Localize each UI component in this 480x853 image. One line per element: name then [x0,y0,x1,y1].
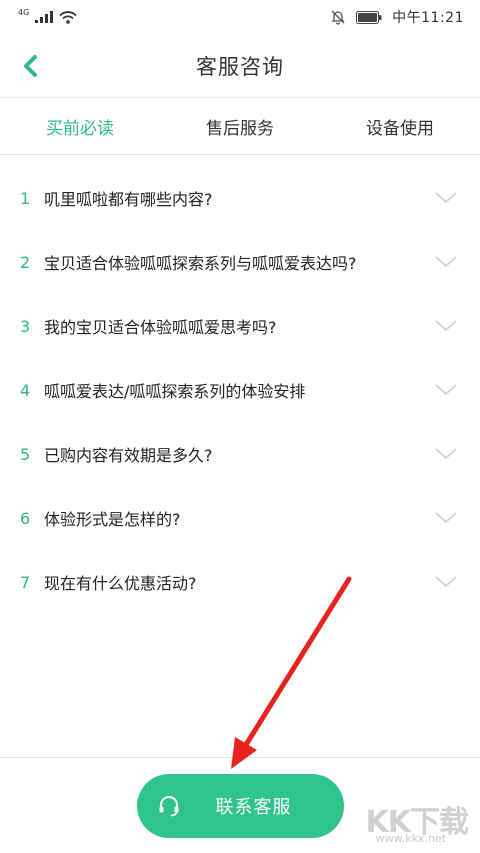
faq-number: 1 [20,188,31,208]
faq-question: 呱呱爱表达/呱呱探索系列的体验安排 [44,382,306,401]
bell-off-icon [330,9,346,25]
faq-number: 4 [20,380,31,400]
back-button[interactable] [14,50,46,82]
faq-item-3[interactable]: 3 我的宝贝适合体验呱呱爱思考吗? [0,294,480,358]
faq-item-5[interactable]: 5 已购内容有效期是多久? [0,422,480,486]
faq-item-2[interactable]: 2 宝贝适合体验呱呱探索系列与呱呱爱表达吗? [0,230,480,294]
chevron-down-icon[interactable] [434,318,458,334]
chevron-down-icon[interactable] [434,190,458,206]
faq-number: 6 [20,508,31,528]
wifi-icon [59,10,77,24]
page-title: 客服咨询 [196,54,284,79]
bottom-divider [0,757,480,758]
faq-question: 宝贝适合体验呱呱探索系列与呱呱爱表达吗? [44,254,357,273]
faq-item-6[interactable]: 6 体验形式是怎样的? [0,486,480,550]
headset-icon [159,796,179,817]
faq-number: 2 [20,252,31,272]
faq-item-7[interactable]: 7 现在有什么优惠活动? [0,550,480,614]
chevron-down-icon[interactable] [434,510,458,526]
faq-list: 1 叽里呱啦都有哪些内容? 2 宝贝适合体验呱呱探索系列与呱呱爱表达吗? 3 我… [0,166,480,614]
status-right: 中午11:21 [330,7,464,27]
status-bar: 4G 中午11:21 [0,0,480,34]
chevron-down-icon[interactable] [434,574,458,590]
tab-device-usage[interactable]: 设备使用 [320,98,480,154]
chevron-down-icon[interactable] [434,446,458,462]
signal-icon [35,11,54,23]
faq-number: 5 [20,444,31,464]
tab-after-sales[interactable]: 售后服务 [160,98,320,154]
contact-support-label: 联系客服 [215,797,292,818]
chevron-left-icon [24,55,37,77]
faq-item-4[interactable]: 4 呱呱爱表达/呱呱探索系列的体验安排 [0,358,480,422]
faq-item-1[interactable]: 1 叽里呱啦都有哪些内容? [0,166,480,230]
faq-number: 7 [20,572,31,592]
app-header: 客服咨询 [0,34,480,98]
clock: 中午11:21 [392,10,464,26]
tab-pre-purchase[interactable]: 买前必读 [0,98,160,154]
watermark: KK下载 www.kkx.net [348,797,469,845]
faq-question: 体验形式是怎样的? [44,510,181,529]
faq-question: 叽里呱啦都有哪些内容? [44,190,213,209]
faq-question: 现在有什么优惠活动? [44,574,197,593]
status-left: 4G [18,7,77,24]
network-type-label: 4G [18,7,30,17]
battery-icon [356,10,382,24]
faq-question: 已购内容有效期是多久? [44,446,213,465]
tab-bar: 买前必读 售后服务 设备使用 [0,98,480,155]
contact-support-button[interactable]: 联系客服 [137,774,344,838]
faq-question: 我的宝贝适合体验呱呱爱思考吗? [44,318,277,337]
faq-number: 3 [20,316,31,336]
chevron-down-icon[interactable] [434,382,458,398]
chevron-down-icon[interactable] [434,254,458,270]
watermark-url: www.kkx.net [375,832,446,845]
